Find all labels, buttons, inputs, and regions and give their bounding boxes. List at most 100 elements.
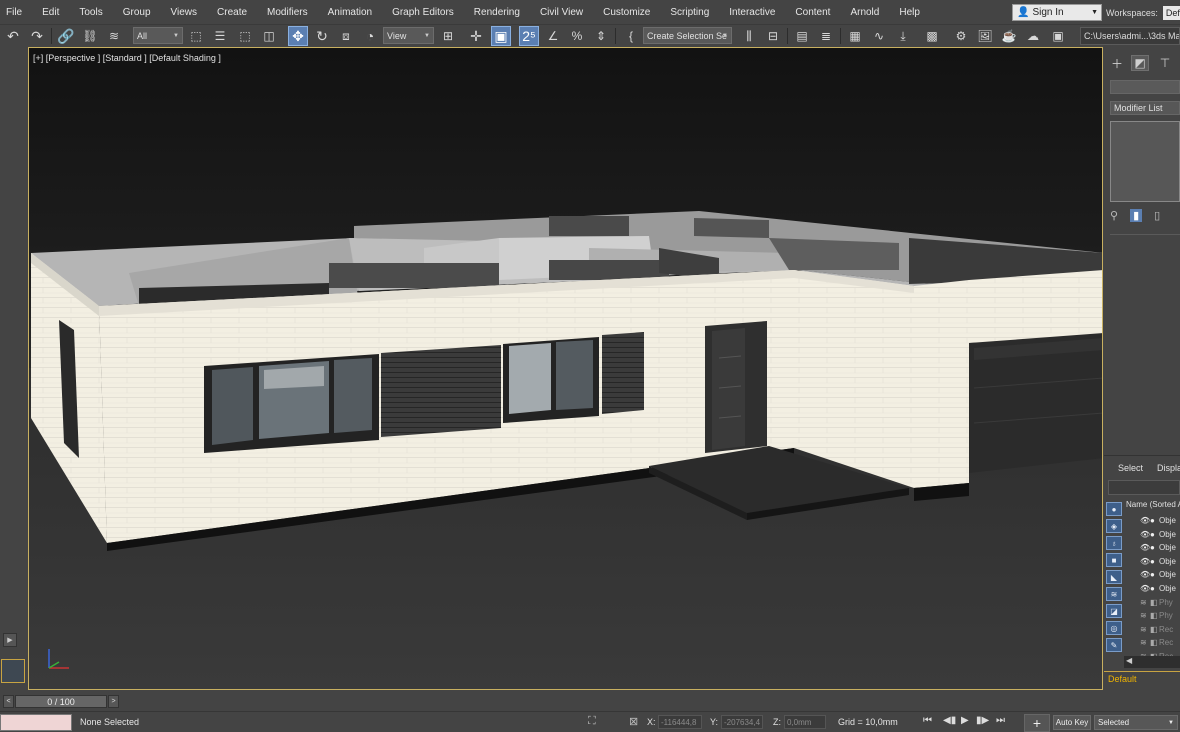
list-item[interactable]: ≋ ◧ Phy bbox=[1124, 596, 1180, 609]
display-bones-icon[interactable]: ✎ bbox=[1106, 638, 1122, 652]
angle-snap-icon[interactable]: ∠ bbox=[543, 26, 563, 46]
workspaces-selector[interactable]: Workspaces: Defa bbox=[1106, 4, 1180, 21]
name-column-header[interactable]: Name (Sorted A bbox=[1124, 500, 1180, 513]
horizontal-scrollbar[interactable]: ◀ bbox=[1124, 656, 1180, 668]
select-by-name-icon[interactable]: ☰ bbox=[210, 26, 230, 46]
display-geometry-icon[interactable]: ● bbox=[1106, 502, 1122, 516]
expand-layout-tab-icon[interactable]: ▶ bbox=[3, 633, 17, 647]
sign-in-dropdown[interactable]: 👤 Sign In ▼ bbox=[1012, 4, 1102, 21]
bind-space-warp-icon[interactable]: ≋ bbox=[104, 26, 124, 46]
hierarchy-tab-icon[interactable]: ⊤ bbox=[1156, 55, 1174, 71]
object-name-field[interactable] bbox=[1110, 80, 1180, 94]
list-item[interactable]: 👁 ● Obje bbox=[1124, 514, 1180, 527]
scroll-left-icon[interactable]: ◀ bbox=[1126, 656, 1132, 665]
visibility-icon[interactable]: ≋ bbox=[1140, 611, 1150, 620]
rendered-frame-window-icon[interactable]: 🖼 bbox=[975, 26, 995, 46]
toggle-ribbon-icon[interactable]: ▦ bbox=[845, 26, 865, 46]
key-filter-dropdown[interactable]: Selected ▼ bbox=[1094, 715, 1178, 730]
layer-explorer-icon[interactable]: ≣ bbox=[816, 26, 836, 46]
create-tab-icon[interactable]: ＋ bbox=[1108, 55, 1126, 71]
menu-create[interactable]: Create bbox=[207, 7, 257, 18]
auto-key-button[interactable]: Auto Key bbox=[1053, 715, 1091, 730]
material-editor-icon[interactable]: ▩ bbox=[922, 26, 942, 46]
next-frame-icon[interactable]: > bbox=[108, 695, 119, 708]
scene-explorer-search-input[interactable] bbox=[1108, 480, 1180, 495]
next-key-icon[interactable]: ▮▶ bbox=[976, 715, 989, 726]
make-unique-icon[interactable]: ▯ bbox=[1154, 209, 1160, 222]
modify-tab-icon[interactable]: ◩ bbox=[1131, 55, 1149, 71]
project-folder-path[interactable]: C:\Users\admi...\3ds Max 2 bbox=[1080, 27, 1180, 45]
visibility-icon[interactable]: ≋ bbox=[1140, 598, 1150, 607]
reference-coordinate-dropdown[interactable]: View ▼ bbox=[383, 27, 434, 44]
go-to-end-icon[interactable]: ⏭ bbox=[996, 715, 1005, 726]
scene-explorer-toggle-icon[interactable]: ▤ bbox=[792, 26, 812, 46]
select-and-scale-icon[interactable]: ⧈ bbox=[336, 26, 356, 46]
go-to-start-icon[interactable]: ⏮ bbox=[923, 715, 932, 726]
menu-animation[interactable]: Animation bbox=[318, 7, 382, 18]
menu-edit[interactable]: Edit bbox=[32, 7, 69, 18]
viewport-layout-thumbnail[interactable] bbox=[1, 659, 25, 683]
visibility-icon[interactable]: 👁 bbox=[1140, 543, 1150, 552]
menu-content[interactable]: Content bbox=[785, 7, 840, 18]
visibility-icon[interactable]: 👁 bbox=[1140, 584, 1150, 593]
x-coordinate-field[interactable]: -116444,8 bbox=[658, 715, 702, 729]
list-item[interactable]: ≋◧Rec bbox=[1124, 623, 1180, 636]
select-object-icon[interactable]: ⬚ bbox=[186, 26, 206, 46]
render-in-cloud-icon[interactable]: ☁ bbox=[1023, 26, 1043, 46]
menu-interactive[interactable]: Interactive bbox=[719, 7, 785, 18]
visibility-icon[interactable]: 👁 bbox=[1140, 530, 1150, 539]
menu-graph-editors[interactable]: Graph Editors bbox=[382, 7, 464, 18]
percent-snap-icon[interactable]: % bbox=[567, 26, 587, 46]
list-item[interactable]: 👁 ● Obje bbox=[1124, 582, 1180, 595]
list-item[interactable]: 👁 ● Obje bbox=[1124, 555, 1180, 568]
visibility-icon[interactable]: 👁 bbox=[1140, 516, 1150, 525]
pivot-center-icon[interactable]: ⊞ bbox=[438, 26, 458, 46]
named-selection-dropdown[interactable]: Create Selection Se ▼ bbox=[643, 27, 732, 44]
previous-key-icon[interactable]: ◀▮ bbox=[943, 715, 956, 726]
redo-icon[interactable]: ↷ bbox=[27, 26, 47, 46]
list-item[interactable]: ≋ ◧ Phy bbox=[1124, 609, 1180, 622]
a360-gallery-icon[interactable]: ▣ bbox=[1048, 26, 1068, 46]
active-layer-label[interactable]: Default bbox=[1108, 674, 1137, 684]
select-and-place-icon[interactable]: ◔ bbox=[360, 26, 380, 46]
snaps-toggle-icon[interactable]: 2⁵ bbox=[519, 26, 539, 46]
selection-lock-icon[interactable]: ⊠ bbox=[629, 715, 638, 728]
visibility-icon[interactable]: 👁 bbox=[1140, 570, 1150, 579]
display-helpers-icon[interactable]: ◣ bbox=[1106, 570, 1122, 584]
show-end-result-icon[interactable]: ▮ bbox=[1130, 208, 1143, 222]
menu-tools[interactable]: Tools bbox=[69, 7, 112, 18]
play-icon[interactable]: ▶ bbox=[961, 715, 969, 726]
modifier-stack[interactable] bbox=[1110, 121, 1180, 202]
select-manipulate-icon[interactable]: ✛ bbox=[466, 26, 486, 46]
se-menu-display[interactable]: Displa bbox=[1157, 463, 1180, 473]
set-key-icon[interactable]: + bbox=[1024, 714, 1050, 732]
curve-editor-icon[interactable]: ∿ bbox=[869, 26, 889, 46]
se-menu-select[interactable]: Select bbox=[1118, 463, 1143, 473]
menu-group[interactable]: Group bbox=[113, 7, 161, 18]
menu-civil-view[interactable]: Civil View bbox=[530, 7, 593, 18]
menu-scripting[interactable]: Scripting bbox=[660, 7, 719, 18]
unlink-icon[interactable]: ⛓ bbox=[80, 26, 100, 46]
mirror-icon[interactable]: ⫼ bbox=[739, 26, 759, 46]
perspective-viewport[interactable]: [+] [Perspective ] [Standard ] [Default … bbox=[28, 47, 1103, 690]
display-space-warps-icon[interactable]: ≋ bbox=[1106, 587, 1122, 601]
menu-rendering[interactable]: Rendering bbox=[464, 7, 530, 18]
render-setup-icon[interactable]: ⚙ bbox=[951, 26, 971, 46]
link-icon[interactable]: 🔗 bbox=[56, 26, 76, 46]
pin-stack-icon[interactable]: ⚲ bbox=[1110, 209, 1118, 222]
selection-filter-dropdown[interactable]: All ▼ bbox=[133, 27, 183, 44]
time-slider-thumb[interactable]: 0 / 100 bbox=[15, 695, 107, 708]
display-shapes-icon[interactable]: ◈ bbox=[1106, 519, 1122, 533]
list-item[interactable]: ≋◧Rec bbox=[1124, 636, 1180, 649]
spinner-snap-icon[interactable]: ⇕ bbox=[591, 26, 611, 46]
viewport-label[interactable]: [+] [Perspective ] [Standard ] [Default … bbox=[33, 53, 221, 63]
maxscript-listener-input[interactable] bbox=[0, 714, 72, 731]
align-icon[interactable]: ⊟ bbox=[763, 26, 783, 46]
rectangular-selection-icon[interactable]: ⬚ bbox=[235, 26, 255, 46]
edit-named-selection-icon[interactable]: { bbox=[621, 26, 641, 46]
isolate-selection-icon[interactable]: ⛶ bbox=[588, 715, 596, 728]
window-crossing-icon[interactable]: ◫ bbox=[259, 26, 279, 46]
display-cameras-icon[interactable]: ■ bbox=[1106, 553, 1122, 567]
previous-frame-icon[interactable]: < bbox=[3, 695, 14, 708]
visibility-icon[interactable]: ≋ bbox=[1140, 625, 1150, 634]
